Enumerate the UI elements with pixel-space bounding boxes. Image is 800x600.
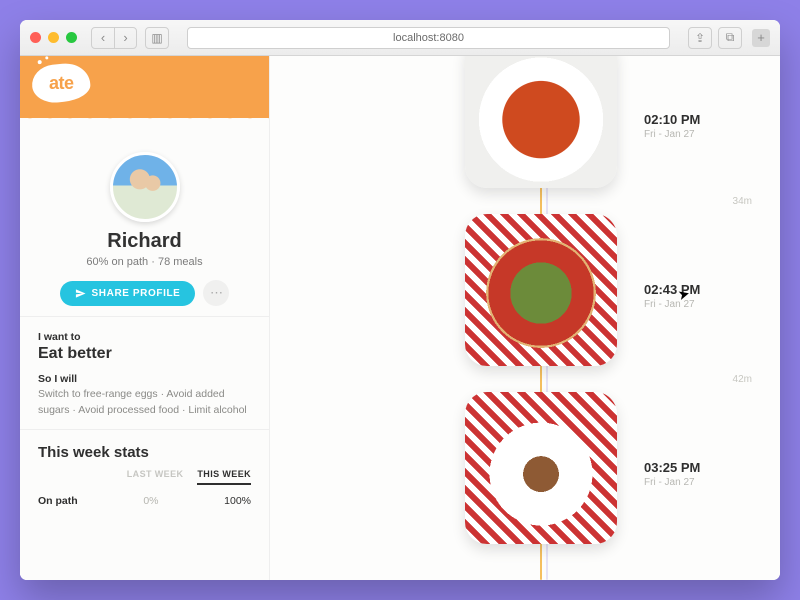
share-profile-label: SHARE PROFILE	[92, 288, 181, 299]
meal-time: 02:10 PM	[644, 112, 754, 127]
stats-heading: This week stats	[38, 444, 251, 461]
more-button[interactable]: ⋯	[203, 280, 229, 306]
user-substat: 60% on path · 78 meals	[38, 256, 251, 268]
avatar[interactable]	[110, 152, 180, 222]
profile-sidebar: ate Richard 60% on path · 78 meals SHARE…	[20, 56, 270, 580]
habits-text: Switch to free-range eggs · Avoid added …	[38, 387, 251, 419]
stats-section: This week stats LAST WEEK THIS WEEK On p…	[20, 429, 269, 517]
app-logo[interactable]: ate	[30, 61, 92, 105]
share-profile-button[interactable]: SHARE PROFILE	[60, 281, 196, 306]
meal-card[interactable]	[465, 392, 617, 544]
paper-plane-icon	[75, 288, 86, 299]
goal-kicker: I want to	[38, 331, 251, 343]
meal-date: Fri - Jan 27	[644, 129, 754, 140]
meal-timeline[interactable]: 02:10 PM Fri - Jan 27 34m 02:43 PM Fri -…	[270, 56, 780, 580]
tab-this-week[interactable]: THIS WEEK	[197, 469, 251, 485]
new-tab-button[interactable]: +	[752, 29, 770, 47]
tabs-button[interactable]: ⧉	[718, 27, 742, 49]
profile-block: Richard 60% on path · 78 meals SHARE PRO…	[20, 118, 269, 316]
window-controls	[30, 32, 77, 43]
maximize-window-button[interactable]	[66, 32, 77, 43]
back-button[interactable]: ‹	[92, 28, 114, 48]
stat-label: On path	[38, 495, 78, 507]
meal-card[interactable]	[465, 56, 617, 188]
stat-row-on-path: On path 0% 100%	[38, 495, 251, 507]
meal-meta: 03:25 PM Fri - Jan 27	[644, 460, 754, 488]
meal-date: Fri - Jan 27	[644, 477, 754, 488]
meal-time: 02:43 PM	[644, 282, 754, 297]
user-name: Richard	[38, 230, 251, 253]
stat-value-this: 100%	[224, 495, 251, 507]
meal-photo	[465, 392, 617, 544]
stat-value-last: 0%	[143, 495, 158, 507]
app-logo-text: ate	[49, 73, 74, 94]
address-bar[interactable]: localhost:8080	[187, 27, 670, 49]
meal-photo	[465, 56, 617, 188]
url-text: localhost:8080	[393, 32, 464, 44]
minimize-window-button[interactable]	[48, 32, 59, 43]
time-gap: 42m	[733, 374, 752, 385]
close-window-button[interactable]	[30, 32, 41, 43]
sidebar-toggle-button[interactable]: ▥	[145, 27, 169, 49]
meal-date: Fri - Jan 27	[644, 299, 754, 310]
brand-band: ate	[20, 56, 269, 118]
meal-meta: 02:10 PM Fri - Jan 27	[644, 112, 754, 140]
meal-time: 03:25 PM	[644, 460, 754, 475]
meal-card[interactable]	[465, 214, 617, 366]
toolbar-right: ⇪ ⧉ +	[688, 27, 770, 49]
goal-title: Eat better	[38, 345, 251, 363]
tab-last-week[interactable]: LAST WEEK	[127, 469, 184, 485]
share-page-button[interactable]: ⇪	[688, 27, 712, 49]
ellipsis-icon: ⋯	[210, 285, 223, 301]
meal-photo	[465, 214, 617, 366]
forward-button[interactable]: ›	[114, 28, 136, 48]
habits-kicker: So I will	[38, 373, 251, 385]
profile-actions: SHARE PROFILE ⋯	[38, 280, 251, 306]
browser-window: ‹ › ▥ localhost:8080 ⇪ ⧉ + ate Richard 6…	[20, 20, 780, 580]
goal-section: I want to Eat better So I will Switch to…	[20, 316, 269, 429]
time-gap: 34m	[733, 196, 752, 207]
stats-tabs: LAST WEEK THIS WEEK	[38, 469, 251, 485]
meal-meta: 02:43 PM Fri - Jan 27	[644, 282, 754, 310]
nav-arrow-group: ‹ ›	[91, 27, 137, 49]
browser-toolbar: ‹ › ▥ localhost:8080 ⇪ ⧉ +	[20, 20, 780, 56]
page-content: ate Richard 60% on path · 78 meals SHARE…	[20, 56, 780, 580]
